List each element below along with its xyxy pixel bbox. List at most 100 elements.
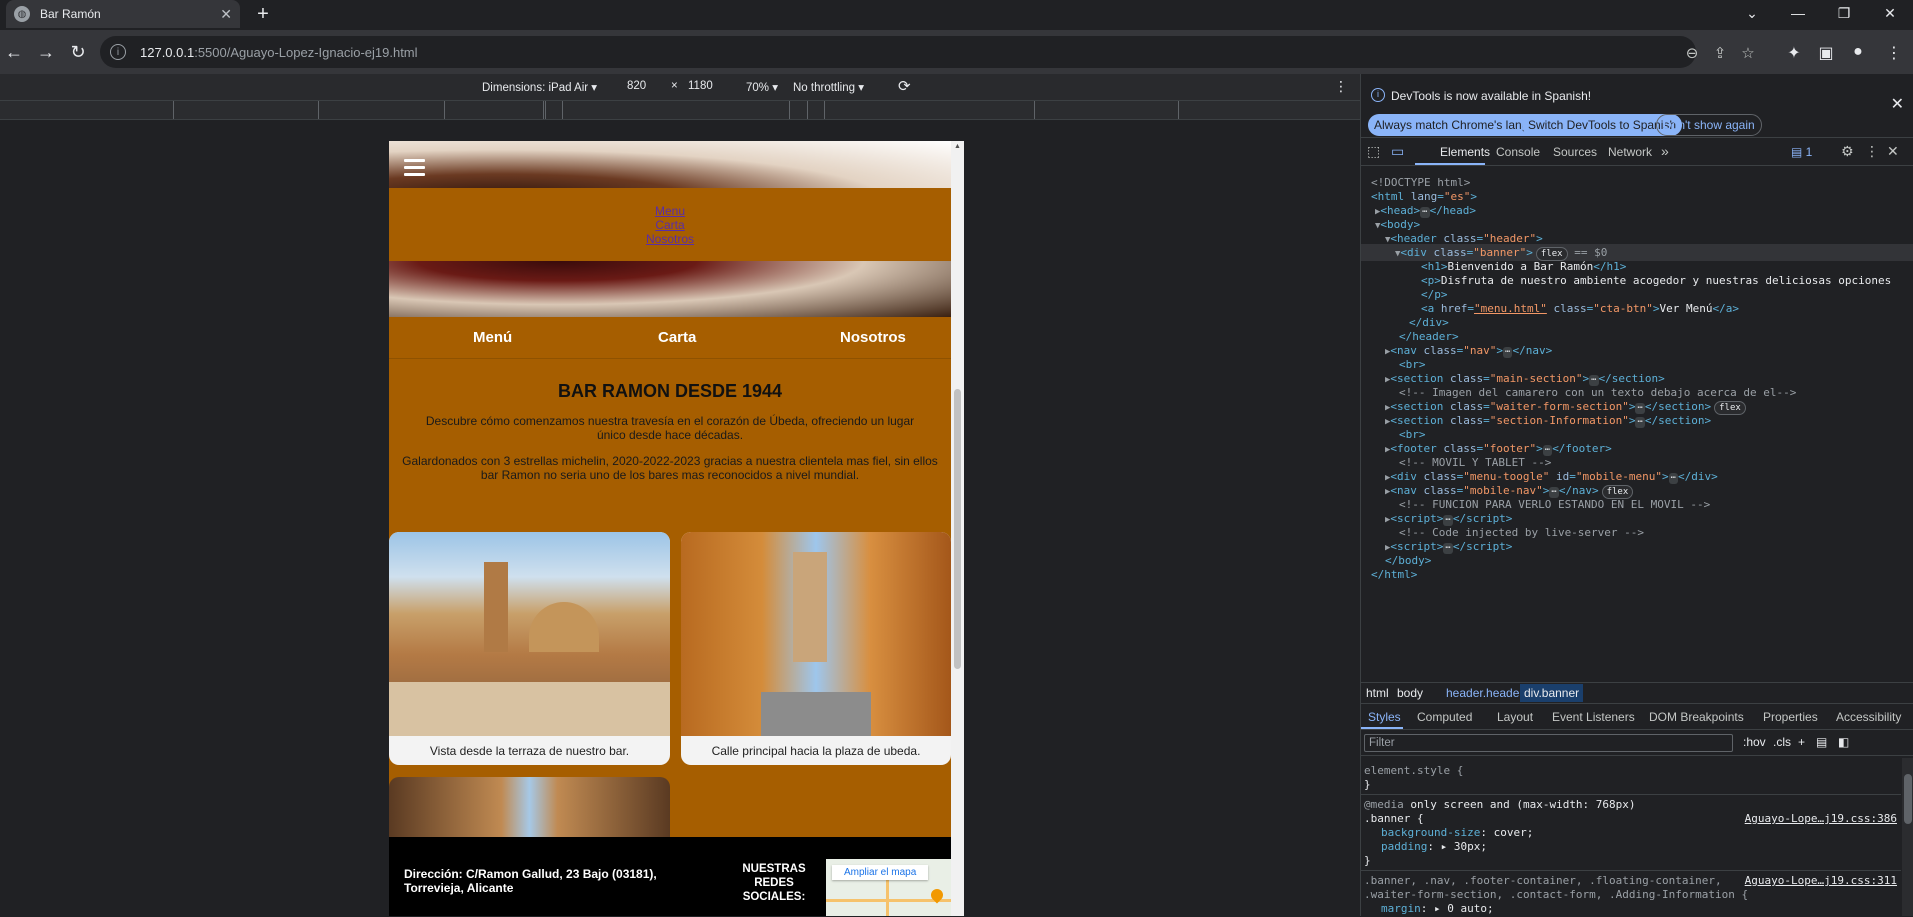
- inspect-element-icon[interactable]: ⬚: [1367, 143, 1380, 160]
- toggle-sidebar-icon[interactable]: ◧: [1838, 735, 1849, 749]
- ubeda-church-image: [389, 777, 670, 837]
- map-enlarge-link[interactable]: Ampliar el mapa: [832, 865, 929, 880]
- rule-brace: }: [1364, 854, 1371, 867]
- rule-selector-line[interactable]: .banner, .nav, .footer-container, .float…: [1364, 874, 1722, 889]
- tab-search-icon[interactable]: ⌄: [1729, 2, 1775, 24]
- gallery-card-1: Vista desde la terraza de nuestro bar.: [389, 532, 670, 765]
- share-icon[interactable]: ⇪: [1710, 44, 1730, 62]
- browser-tab[interactable]: ◍ Bar Ramón ✕: [6, 0, 240, 28]
- tab-properties[interactable]: Properties: [1763, 710, 1818, 724]
- hamburger-menu-icon[interactable]: [404, 159, 425, 180]
- restore-icon[interactable]: ❐: [1821, 2, 1867, 24]
- nav-item-carta[interactable]: Carta: [658, 329, 696, 346]
- device-options-icon[interactable]: ⋮: [1334, 78, 1348, 95]
- device-toggle-icon[interactable]: ▭: [1391, 143, 1404, 160]
- mobile-nav-link-nosotros[interactable]: Nosotros: [389, 232, 951, 246]
- intro-section: BAR RAMON DESDE 1944 Descubre cómo comen…: [389, 359, 951, 482]
- bookmark-star-icon[interactable]: ☆: [1738, 44, 1758, 62]
- map-road: [886, 879, 889, 916]
- page-scrollbar[interactable]: ▲: [951, 141, 964, 916]
- breadcrumb-header[interactable]: header.header: [1446, 686, 1523, 700]
- language-infobar: i DevTools is now available in Spanish! …: [1361, 74, 1913, 138]
- gallery-caption-1: Vista desde la terraza de nuestro bar.: [429, 744, 630, 758]
- issues-counter[interactable]: ▤ 1: [1791, 145, 1812, 159]
- breadcrumb-body[interactable]: body: [1397, 686, 1423, 700]
- tab-accessibility[interactable]: Accessibility: [1836, 710, 1901, 724]
- ruler-tick: [1178, 101, 1179, 119]
- styles-filter-input[interactable]: Filter: [1364, 734, 1733, 752]
- tab-layout[interactable]: Layout: [1497, 710, 1533, 724]
- settings-gear-icon[interactable]: ⚙: [1841, 143, 1854, 160]
- tab-elements[interactable]: Elements: [1440, 145, 1490, 159]
- breadcrumb-div-banner[interactable]: div.banner: [1520, 684, 1584, 702]
- tab-computed[interactable]: Computed: [1417, 710, 1472, 724]
- cls-toggle[interactable]: .cls: [1773, 735, 1791, 749]
- width-input[interactable]: 820: [627, 80, 646, 92]
- url-host: 127.0.0.1: [140, 44, 195, 60]
- rule-selector-line[interactable]: .banner {: [1364, 812, 1424, 827]
- back-icon[interactable]: ←: [2, 40, 26, 64]
- tab-event-listeners[interactable]: Event Listeners: [1552, 710, 1635, 724]
- zoom-select[interactable]: 70% ▾: [746, 80, 778, 94]
- css-property: margin: [1381, 902, 1421, 915]
- forward-icon[interactable]: →: [34, 40, 58, 64]
- device-select[interactable]: Dimensions: iPad Air ▾: [482, 80, 597, 94]
- rule-close: }: [1364, 854, 1371, 869]
- rule-selector-line[interactable]: .waiter-form-section, .contact-form, .Ad…: [1364, 888, 1748, 903]
- close-window-icon[interactable]: ✕: [1867, 2, 1913, 24]
- mobile-nav-link-menu[interactable]: Menu: [389, 204, 951, 218]
- close-devtools-icon[interactable]: ✕: [1887, 143, 1899, 160]
- styles-scrollbar-thumb[interactable]: [1904, 774, 1912, 824]
- styles-scrollbar[interactable]: [1902, 758, 1913, 916]
- address-bar[interactable]: i 127.0.0.1:5500/Aguayo-Lopez-Ignacio-ej…: [100, 36, 1755, 68]
- dom-line[interactable]: </html>: [1361, 566, 1913, 583]
- info-icon: i: [1371, 88, 1385, 102]
- close-infobar-icon[interactable]: ✕: [1891, 94, 1904, 114]
- mobile-nav-link-carta[interactable]: Carta: [389, 218, 951, 232]
- side-panel-icon[interactable]: ▣: [1816, 43, 1836, 63]
- breadcrumb-html[interactable]: html: [1366, 686, 1389, 700]
- css-declaration[interactable]: margin: ▸ 0 auto;: [1381, 902, 1494, 917]
- rule-source-link[interactable]: Aguayo-Lope…j19.css:386: [1745, 812, 1897, 827]
- rule-selector: .waiter-form-section, .contact-form, .Ad…: [1364, 888, 1749, 901]
- throttling-select[interactable]: No throttling ▾: [793, 80, 864, 94]
- zoom-icon[interactable]: ⊖: [1682, 44, 1702, 62]
- footer-address: Dirección: C/Ramon Gallud, 23 Bajo (0318…: [404, 867, 657, 895]
- site-info-icon[interactable]: i: [110, 44, 126, 60]
- gallery-card-2: Calle principal hacia la plaza de ubeda.: [681, 532, 951, 765]
- paint-icon[interactable]: ▤: [1816, 735, 1827, 749]
- devtools-menu-icon[interactable]: ⋮: [1865, 143, 1879, 160]
- ruler-tick: [824, 101, 825, 119]
- throttling-label: No throttling: [793, 82, 856, 94]
- tab-sources[interactable]: Sources: [1553, 145, 1597, 159]
- rotate-icon[interactable]: ⟳: [898, 77, 911, 95]
- tab-network[interactable]: Network: [1608, 145, 1652, 159]
- scrollbar-thumb[interactable]: [954, 389, 961, 669]
- element-style-rule[interactable]: element.style {: [1364, 764, 1463, 779]
- tab-styles[interactable]: Styles: [1368, 710, 1401, 724]
- ruler-tick: [543, 101, 544, 119]
- reload-icon[interactable]: ↻: [66, 40, 90, 64]
- tab-console[interactable]: Console: [1496, 145, 1540, 159]
- hov-toggle[interactable]: :hov: [1743, 735, 1766, 749]
- new-rule-icon[interactable]: +: [1798, 735, 1805, 749]
- nav-item-nosotros[interactable]: Nosotros: [840, 329, 906, 346]
- tab-dom-breakpoints[interactable]: DOM Breakpoints: [1649, 710, 1744, 724]
- more-tabs-icon[interactable]: »: [1661, 143, 1669, 159]
- css-declaration[interactable]: background-size: cover;: [1381, 826, 1533, 841]
- css-declaration[interactable]: padding: ▸ 30px;: [1381, 840, 1487, 855]
- scroll-up-icon[interactable]: ▲: [954, 143, 961, 150]
- profile-icon[interactable]: ●: [1848, 43, 1868, 61]
- height-input[interactable]: 1180: [688, 80, 713, 92]
- close-tab-icon[interactable]: ✕: [220, 6, 232, 23]
- new-tab-icon[interactable]: +: [252, 3, 274, 26]
- globe-icon: ◍: [14, 6, 30, 22]
- nav-item-menu[interactable]: Menú: [473, 329, 512, 346]
- embedded-map[interactable]: Ampliar el mapa: [826, 859, 951, 916]
- minimize-icon[interactable]: —: [1775, 2, 1821, 24]
- rule-source-link[interactable]: Aguayo-Lope…j19.css:311: [1745, 874, 1897, 889]
- chrome-menu-icon[interactable]: ⋮: [1884, 43, 1904, 63]
- media-query-ruler[interactable]: [0, 100, 1360, 120]
- dont-show-again-button[interactable]: Don't show again: [1656, 114, 1762, 136]
- extensions-icon[interactable]: ✦: [1784, 43, 1804, 63]
